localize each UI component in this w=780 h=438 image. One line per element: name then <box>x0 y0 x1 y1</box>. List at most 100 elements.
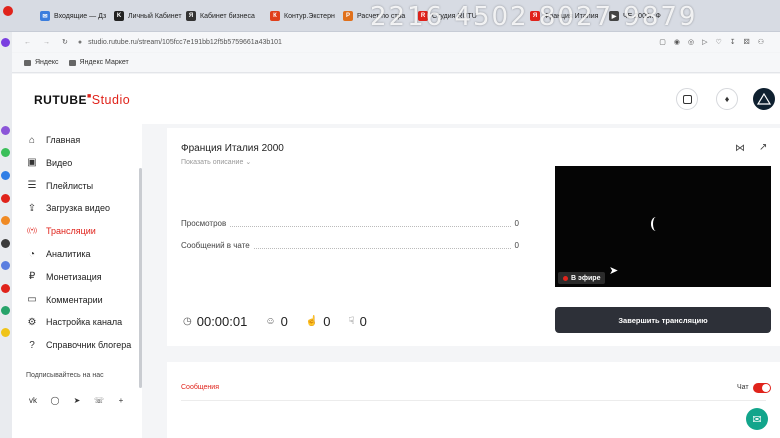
tab-label: Кабинет бизнеса <box>200 12 255 20</box>
like-icon: ☝ <box>305 316 319 327</box>
sidebar-item-money[interactable]: ₽ Монетизация <box>26 269 102 285</box>
sidebar-item-label: Трансляции <box>46 226 96 237</box>
sidebar-item-label: Загрузка видео <box>46 203 110 214</box>
upload-icon: ⇪ <box>27 202 37 214</box>
sidebar-item-video[interactable]: ▣ Видео <box>26 155 72 171</box>
sidebar-item-analytics[interactable]: ◔ Аналитика <box>26 246 91 262</box>
lock-icon: ● <box>77 38 83 46</box>
cursor-icon: ➤ <box>609 265 619 277</box>
bell-icon: ♦ <box>724 94 730 104</box>
sidebar-item-home[interactable]: ⌂ Главная <box>26 132 80 148</box>
viber-icon[interactable]: ☏ <box>92 393 106 407</box>
sidebar-item-label: Комментарии <box>46 294 103 305</box>
folder-icon <box>24 59 31 66</box>
sidebar-item-broadcast[interactable]: ((•)) Трансляции <box>26 223 96 239</box>
avatar[interactable] <box>753 88 775 110</box>
chat-toggle-label: Чат <box>737 384 749 391</box>
sidebar: ⌂ Главная ▣ Видео ☰ Плейлисты ⇪ Загрузка видео (… <box>12 124 142 438</box>
tab-favicon-icon: Я <box>186 11 196 21</box>
side-app-icon[interactable] <box>1 239 10 248</box>
show-description-link[interactable]: Показать описание ⌄ <box>181 158 251 166</box>
end-stream-button[interactable]: Завершить трансляцию <box>555 307 771 333</box>
bookmark-item[interactable]: Яндекс <box>24 59 59 66</box>
avatar-triangle-icon <box>757 93 771 105</box>
back-icon[interactable]: ← <box>24 39 31 46</box>
notifications-button[interactable]: ♦ <box>716 88 738 110</box>
create-button[interactable] <box>676 88 698 110</box>
chevron-down-icon: ⌄ <box>245 159 252 166</box>
side-app-icon[interactable] <box>1 194 10 203</box>
gear-icon: ⚙ <box>27 316 37 328</box>
sidebar-item-upload[interactable]: ⇪ Загрузка видео <box>26 200 110 216</box>
tab-favicon-icon: К <box>270 11 280 21</box>
browser-tab[interactable]: К Контур.Экстерн <box>270 4 340 28</box>
sidebar-item-gear[interactable]: ⚙ Настройка канала <box>26 314 123 330</box>
tab-messages[interactable]: Сообщения <box>181 384 219 391</box>
viewers-icon: ☺ <box>265 316 276 327</box>
divider <box>181 400 766 401</box>
subscribe-label: Подписывайтесь на нас <box>26 372 104 379</box>
url-input[interactable]: studio.rutube.ru/stream/105fcc7e191bb12f… <box>88 39 282 46</box>
side-app-icon[interactable] <box>1 216 10 225</box>
clock-icon: ◷ <box>183 316 192 327</box>
stream-card: Франция Италия 2000 Показать описание ⌄ … <box>167 128 780 346</box>
more-icon[interactable]: + <box>114 393 128 407</box>
stream-title: Франция Италия 2000 <box>181 143 284 154</box>
stream-timer: 00:00:01 <box>196 314 248 329</box>
side-app-icon[interactable] <box>1 148 10 157</box>
share-icon[interactable]: ⋈ <box>735 143 745 154</box>
sidebar-item-list[interactable]: ☰ Плейлисты <box>26 178 94 194</box>
rutube-studio-logo[interactable]: RUTUBE■Studio <box>34 93 130 107</box>
support-chat-button[interactable]: ✉ <box>746 408 768 430</box>
reload-icon[interactable]: ↻ <box>62 38 68 46</box>
tab-favicon-icon: K <box>114 11 124 21</box>
add-video-icon <box>682 94 692 104</box>
live-badge: В эфире <box>558 272 606 284</box>
browser-side-panel <box>0 32 12 438</box>
tab-label: Входящие — Дз <box>54 12 107 20</box>
rutube-studio-app: RUTUBE■Studio ♦ ⌂ Главная ▣ Видео ☰ Плейлисты… <box>12 74 780 438</box>
side-app-icon[interactable] <box>1 306 10 315</box>
sidebar-item-help[interactable]: ? Справочник блогера <box>26 337 131 353</box>
browser-tab[interactable]: Я Кабинет бизнеса <box>186 4 268 28</box>
open-external-icon[interactable]: ↗ <box>759 142 767 153</box>
viewers-count: 0 <box>280 314 288 329</box>
sidebar-item-label: Главная <box>46 135 81 145</box>
side-app-icon[interactable] <box>1 328 10 337</box>
ok-icon[interactable]: ◯ <box>48 393 62 407</box>
toolbar-icons[interactable]: ▢◉◎▷♡↧⚄⚇ <box>659 38 772 46</box>
browser-menu-icon[interactable] <box>3 6 13 16</box>
sidebar-item-label: Аналитика <box>46 249 91 259</box>
overlay-number: 2216 4502 8027 9879 <box>370 2 698 32</box>
chat-toggle[interactable] <box>753 383 771 393</box>
side-app-icon[interactable] <box>1 38 10 47</box>
side-app-icon[interactable] <box>1 171 10 180</box>
analytics-icon: ◔ <box>28 248 36 260</box>
forward-icon[interactable]: → <box>43 39 50 46</box>
tab-label: Личный Кабинет <box>128 12 182 20</box>
loading-spinner-icon <box>651 217 661 231</box>
stream-metrics: ◷ 00:00:01 ☺ 0 ☝ 0 ☟ 0 <box>183 314 367 329</box>
sidebar-scrollbar[interactable] <box>139 168 142 388</box>
vk-icon[interactable]: vk <box>26 393 40 407</box>
browser-tab[interactable]: ✉ Входящие — Дз <box>40 4 112 28</box>
sidebar-item-label: Настройка канала <box>46 317 123 328</box>
dislikes-count: 0 <box>359 314 367 329</box>
browser-tab-bar: ✉ Входящие — Дз K Личный Кабинет Я Кабинет би… <box>0 0 780 32</box>
video-player[interactable]: ➤ В эфире <box>555 166 771 287</box>
browser-tab[interactable]: K Личный Кабинет <box>114 4 184 28</box>
side-app-icon[interactable] <box>1 126 10 135</box>
sidebar-item-comments[interactable]: ▭ Комментарии <box>26 292 103 308</box>
comments-icon: ▭ <box>27 294 37 306</box>
chat-card: Сообщения Чат <box>167 362 780 438</box>
bookmark-item[interactable]: Яндекс Маркет <box>68 59 129 66</box>
tab-label: Контур.Экстерн <box>284 12 335 20</box>
address-bar: ← → ↻ ● studio.rutube.ru/stream/105fcc7e… <box>12 32 780 52</box>
tab-favicon-icon: Р <box>343 11 353 21</box>
side-app-icon[interactable] <box>1 284 10 293</box>
list-icon: ☰ <box>27 180 37 192</box>
telegram-icon[interactable]: ➤ <box>70 393 84 407</box>
sidebar-item-label: Справочник блогера <box>46 340 132 351</box>
app-header: RUTUBE■Studio ♦ <box>12 74 780 124</box>
side-app-icon[interactable] <box>1 261 10 270</box>
